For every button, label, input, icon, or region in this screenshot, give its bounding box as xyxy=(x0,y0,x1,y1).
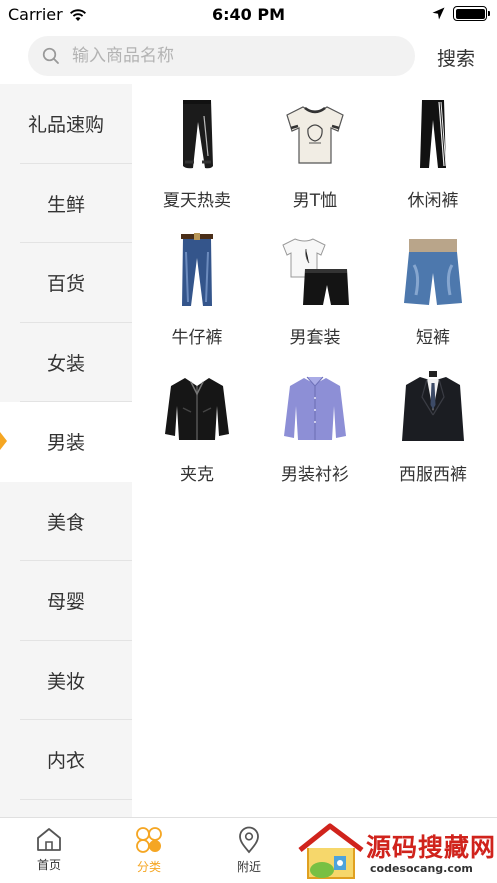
product-item[interactable]: 男套装 xyxy=(256,231,374,368)
watermark-title: 源码搜藏网 xyxy=(366,833,497,862)
sidebar-item-label: 美食 xyxy=(46,511,85,534)
sidebar-item-baby[interactable]: 母婴 xyxy=(0,561,132,641)
product-grid: 夏天热卖 男T恤 休闲裤 牛仔裤 男套装 短裤 夹克 男装衬衫 西服西裤 xyxy=(138,94,490,505)
sidebar-item-label: 女装 xyxy=(46,352,85,375)
tshirt-image xyxy=(275,94,355,174)
tab-home[interactable]: 首页 xyxy=(19,826,79,873)
search-input[interactable] xyxy=(72,46,372,66)
product-label: 男套装 xyxy=(289,328,341,348)
sidebar-item-food[interactable]: 美食 xyxy=(0,482,132,562)
house-logo-icon xyxy=(298,823,364,879)
shirt-image xyxy=(275,368,355,448)
product-item[interactable]: 夏天热卖 xyxy=(138,94,256,231)
location-arrow-icon xyxy=(432,7,445,20)
tab-category-label: 分类 xyxy=(136,860,161,874)
product-item[interactable]: 男装衬衫 xyxy=(256,368,374,505)
product-label: 夹克 xyxy=(180,465,214,485)
status-right-group xyxy=(432,6,490,21)
location-pin-icon xyxy=(239,826,259,854)
sidebar-item-label: 男装 xyxy=(46,432,85,455)
outfit-set-image xyxy=(275,231,355,311)
battery-icon xyxy=(453,6,490,21)
sidebar-item-label: 内衣 xyxy=(46,750,85,773)
sidebar-item-label: 百货 xyxy=(46,273,85,296)
product-item[interactable]: 休闲裤 xyxy=(374,94,492,231)
category-sidebar: 礼品速购 生鲜 百货 女装 男装 美食 母婴 美妆 内衣 xyxy=(0,84,132,817)
product-label: 西服西裤 xyxy=(399,465,467,485)
search-button[interactable]: 搜索 xyxy=(437,44,475,71)
shorts-image xyxy=(393,231,473,311)
product-item[interactable]: 男T恤 xyxy=(256,94,374,231)
tab-home-label: 首页 xyxy=(36,858,61,872)
product-label: 短裤 xyxy=(416,328,450,348)
tab-nearby-label: 附近 xyxy=(236,860,261,874)
category-icon xyxy=(136,827,162,853)
sidebar-item-underwear[interactable]: 内衣 xyxy=(0,720,132,800)
status-bar: Carrier 6:40 PM xyxy=(0,0,497,28)
sweatpants-image xyxy=(157,94,237,174)
product-label: 男装衬衫 xyxy=(281,465,349,485)
sidebar-item-gifts[interactable]: 礼品速购 xyxy=(0,84,132,164)
product-label: 夏天热卖 xyxy=(163,191,231,211)
sidebar-item-mens[interactable]: 男装 xyxy=(0,402,132,482)
jacket-image xyxy=(157,368,237,448)
tab-category[interactable]: 分类 xyxy=(119,826,179,875)
sidebar-item-label: 母婴 xyxy=(46,591,85,614)
home-icon xyxy=(37,828,61,851)
sidebar-item-womens[interactable]: 女装 xyxy=(0,323,132,403)
sidebar-item-general[interactable]: 百货 xyxy=(0,243,132,323)
track-pants-image xyxy=(393,94,473,174)
product-item[interactable]: 西服西裤 xyxy=(374,368,492,505)
sidebar-item-beauty[interactable]: 美妆 xyxy=(0,641,132,721)
sidebar-item-fresh[interactable]: 生鲜 xyxy=(0,164,132,244)
product-item[interactable]: 夹克 xyxy=(138,368,256,505)
status-time: 6:40 PM xyxy=(211,5,285,24)
product-label: 牛仔裤 xyxy=(171,328,223,348)
sidebar-item-label: 礼品速购 xyxy=(27,114,104,137)
sidebar-item-label: 美妆 xyxy=(46,670,85,693)
search-icon xyxy=(42,47,59,64)
product-item[interactable]: 牛仔裤 xyxy=(138,231,256,368)
tab-nearby[interactable]: 附近 xyxy=(219,826,279,875)
product-label: 休闲裤 xyxy=(407,191,459,211)
watermark-subtitle: codesocang.com xyxy=(370,862,473,875)
suit-image xyxy=(393,368,473,448)
jeans-image xyxy=(157,231,237,311)
product-item[interactable]: 短裤 xyxy=(374,231,492,368)
search-bar: 搜索 xyxy=(0,34,497,80)
sidebar-item-label: 生鲜 xyxy=(46,193,85,216)
search-box[interactable] xyxy=(28,36,415,76)
active-marker xyxy=(0,432,7,450)
watermark-logo: 源码搜藏网 codesocang.com xyxy=(296,822,496,882)
product-label: 男T恤 xyxy=(292,191,338,211)
